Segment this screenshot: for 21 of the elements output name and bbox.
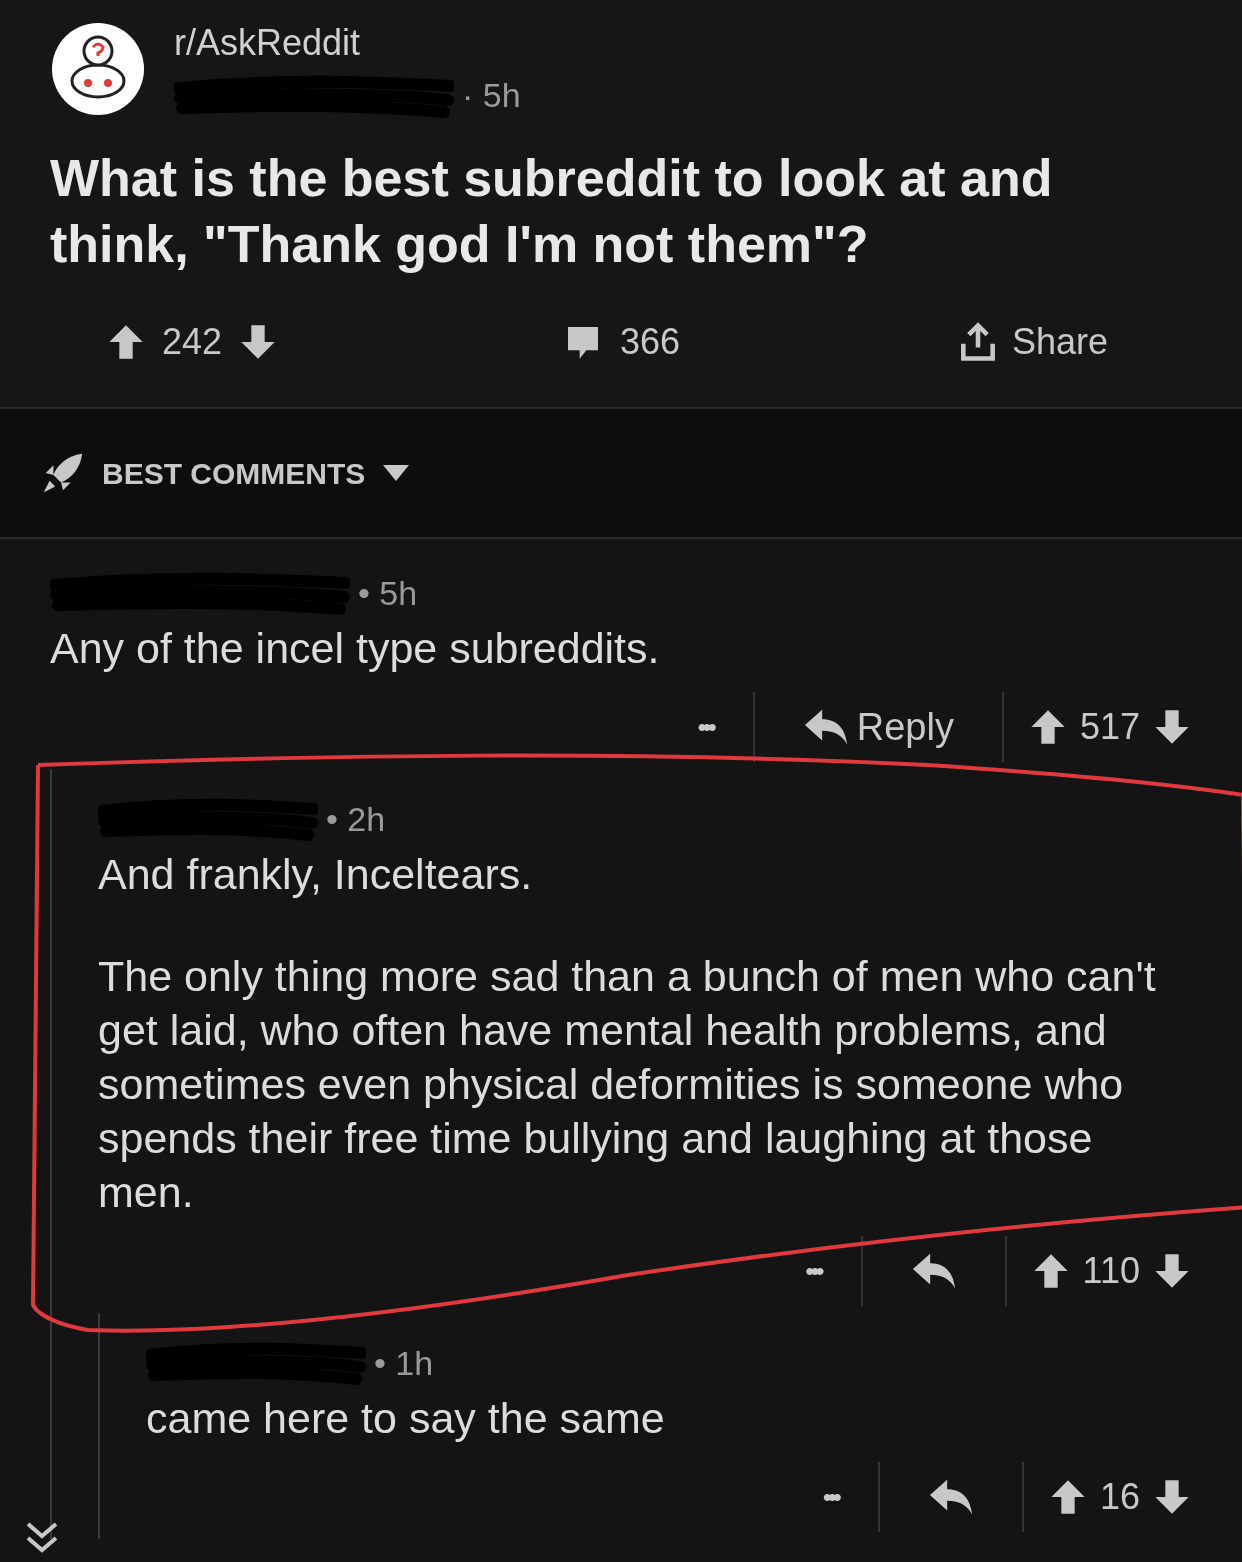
post-title: What is the best subreddit to look at and think, "Thank god I'm not them"? [50, 148, 1054, 275]
more-options-button[interactable]: ••• [765, 1251, 861, 1291]
comment-text: And frankly, Inceltears. [98, 849, 534, 900]
more-options-button[interactable]: ••• [657, 707, 753, 747]
comment-time: • 1h [374, 1342, 434, 1384]
share-button[interactable]: Share [811, 315, 1192, 369]
comment-score: 16 [1099, 1475, 1140, 1519]
comment-time: • 5h [358, 572, 418, 614]
comments-button[interactable]: 366 [430, 315, 812, 369]
post-time: · 5h [462, 75, 521, 116]
reply-button[interactable]: Reply [754, 698, 1002, 756]
comment-text: came here to say the same [146, 1393, 666, 1444]
more-options-button[interactable]: ••• [782, 1477, 878, 1517]
sort-dropdown[interactable]: BEST COMMENTS [40, 450, 412, 496]
comment-text: Any of the incel type subreddits. [50, 623, 661, 674]
subreddit-name[interactable]: r/AskReddit [174, 16, 521, 70]
comment-score: 517 [1079, 705, 1140, 749]
comment-text: The only thing more sad than a bunch of men who can't get laid, who often have mental health problems, and sometimes even physical deformities is someone who spends their free time bullying and laughing at those men. [98, 951, 1157, 1218]
post-score: 242 [162, 320, 223, 364]
comment-time: • 2h [326, 798, 386, 840]
comment-score: 110 [1082, 1249, 1140, 1293]
